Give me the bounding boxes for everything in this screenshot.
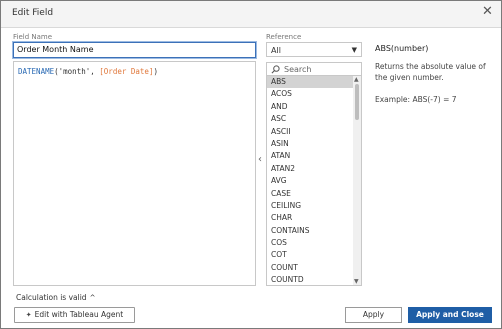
agent-button-label: Edit with Tableau Agent [34,310,124,319]
scroll-up-icon[interactable]: ▲ [354,76,359,83]
function-list-item[interactable]: ASC [267,113,353,125]
reference-label: Reference [266,33,302,41]
function-list-item[interactable]: COT [267,249,353,261]
function-list-item[interactable]: ACOS [267,88,353,100]
function-list-item[interactable]: AND [267,101,353,113]
dropdown-caret-icon: ▼ [351,46,357,54]
function-list-item[interactable]: COS [267,237,353,249]
collapse-left-icon[interactable]: ‹ [258,154,262,165]
edit-field-dialog: Edit Field ✕ Field Name Order Month Name… [0,0,502,329]
field-name-label: Field Name [13,33,53,41]
function-list-item[interactable]: ATAN [267,150,353,162]
function-list-item[interactable]: CHAR [267,212,353,224]
function-list-item[interactable]: ATAN2 [267,163,353,175]
calculation-status-text: Calculation is valid [16,293,87,302]
reference-category-value: All [271,46,281,55]
function-list-item[interactable]: ASIN [267,138,353,150]
scroll-down-icon[interactable]: ▼ [354,278,359,285]
function-list-item[interactable]: ASCII [267,126,353,138]
function-list-item[interactable]: COUNTD [267,274,353,285]
formula-function: DATENAME [18,67,55,76]
formula-editor[interactable]: DATENAME('month', [Order Date]) [13,61,256,286]
reference-category-select[interactable]: All ▼ [266,42,362,57]
function-list-item[interactable]: AVG [267,175,353,187]
search-icon [271,65,280,74]
formula-string-arg: 'month' [58,67,91,76]
dialog-title: Edit Field [12,8,54,18]
apply-and-close-button[interactable]: Apply and Close [408,307,492,323]
sparkle-icon: ✦ [25,311,32,319]
apply-button[interactable]: Apply [345,307,402,323]
close-icon[interactable]: ✕ [482,5,493,18]
function-search-input[interactable]: Search [266,62,362,76]
formula-text: DATENAME('month', [Order Date]) [18,67,158,76]
function-list-item[interactable]: COUNT [267,262,353,274]
function-list-item[interactable]: CASE [267,188,353,200]
help-example: Example: ABS(-7) = 7 [375,95,457,104]
search-placeholder: Search [284,65,312,74]
edit-with-agent-button[interactable]: ✦ Edit with Tableau Agent [14,307,135,323]
field-name-input[interactable]: Order Month Name [13,42,256,58]
help-signature: ABS(number) [375,44,429,53]
formula-field-arg: [Order Date] [99,67,154,76]
chevron-up-icon: ^ [89,294,96,302]
function-list-item[interactable]: CEILING [267,200,353,212]
function-list-scrollbar[interactable]: ▲ ▼ [353,76,361,285]
function-list-item[interactable]: ABS [267,76,353,89]
help-description: Returns the absolute value of the given … [375,62,486,82]
function-list-item[interactable]: CONTAINS [267,225,353,237]
function-list: ABS ACOS AND ASC ASCII ASIN ATAN ATAN2 AVG CASE CE… [266,76,362,286]
scroll-thumb[interactable] [355,84,359,120]
title-bar: Edit Field ✕ [1,1,501,28]
calculation-status[interactable]: Calculation is valid ^ [16,293,95,302]
